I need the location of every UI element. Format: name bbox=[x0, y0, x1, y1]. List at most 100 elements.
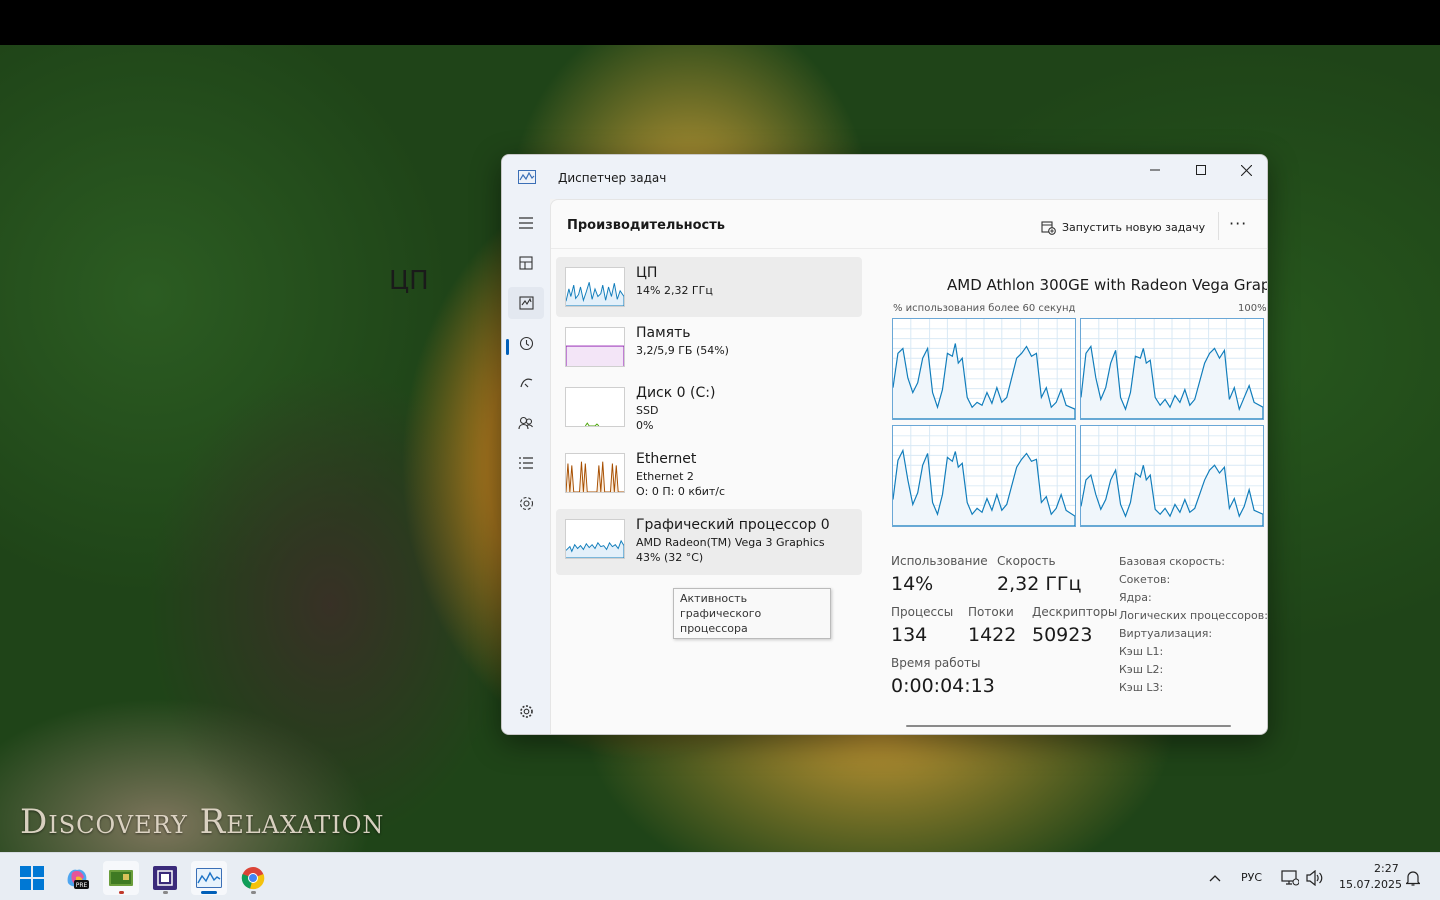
navigation-rail bbox=[502, 199, 550, 734]
device-name: ЦП bbox=[636, 265, 658, 281]
cpu-core-graph-1 bbox=[1080, 318, 1264, 420]
notifications-button[interactable] bbox=[1402, 861, 1424, 895]
network-icon bbox=[1281, 870, 1299, 886]
language-indicator[interactable]: РУС bbox=[1241, 871, 1262, 884]
device-name: Память bbox=[636, 325, 691, 341]
nav-services[interactable] bbox=[508, 487, 544, 519]
cpu-model-name: AMD Athlon 300GE with Radeon Vega Graph.… bbox=[947, 276, 1267, 294]
nav-settings[interactable] bbox=[508, 695, 544, 727]
clock-date[interactable]: 15.07.2025 bbox=[1339, 878, 1402, 891]
cpu-heading: ЦП bbox=[389, 266, 429, 296]
running-indicator bbox=[163, 891, 168, 894]
usage-label: Использование bbox=[891, 554, 988, 568]
spec-l1-cache: Кэш L1: bbox=[1119, 645, 1164, 658]
taskbar-copilot[interactable]: PRE bbox=[59, 861, 95, 895]
device-detail: Ethernet 2 bbox=[636, 470, 694, 483]
cpu-core-graph-2 bbox=[892, 425, 1076, 527]
nav-startup-apps[interactable] bbox=[508, 367, 544, 399]
run-new-task-button[interactable]: Запустить новую задачу bbox=[1041, 215, 1205, 239]
watermark-text: Discovery Relaxation bbox=[20, 802, 385, 842]
taskbar-chrome[interactable] bbox=[235, 861, 271, 895]
task-manager-icon bbox=[196, 868, 222, 888]
minimize-button[interactable] bbox=[1132, 155, 1178, 185]
title-bar[interactable]: Диспетчер задач bbox=[502, 155, 1267, 199]
device-item-memory[interactable]: Память 3,2/5,9 ГБ (54%) bbox=[556, 317, 862, 377]
volume-icon bbox=[1306, 870, 1323, 886]
device-item-ethernet[interactable]: Ethernet Ethernet 2 О: 0 П: 0 кбит/с bbox=[556, 443, 862, 503]
device-name: Диск 0 (C:) bbox=[636, 385, 716, 401]
maximize-icon bbox=[1196, 165, 1206, 175]
cpu-thumbnail-graph bbox=[565, 267, 625, 307]
hamburger-menu-button[interactable] bbox=[508, 207, 544, 239]
task-manager-app-icon bbox=[518, 170, 536, 184]
device-detail: 3,2/5,9 ГБ (54%) bbox=[636, 344, 729, 357]
device-item-gpu[interactable]: Графический процессор 0 AMD Radeon(TM) V… bbox=[556, 509, 862, 575]
cpu-app-icon bbox=[153, 866, 177, 890]
header-divider bbox=[551, 248, 1267, 249]
header-separator bbox=[1218, 212, 1219, 240]
more-options-button[interactable]: ··· bbox=[1229, 214, 1247, 233]
nav-processes[interactable] bbox=[508, 247, 544, 279]
volume-button[interactable] bbox=[1305, 861, 1325, 895]
spec-l3-cache: Кэш L3: bbox=[1119, 681, 1164, 694]
spec-base-speed: Базовая скорость: bbox=[1119, 555, 1225, 568]
chrome-icon bbox=[241, 867, 265, 890]
processes-icon bbox=[519, 256, 533, 270]
device-item-disk[interactable]: Диск 0 (C:) SSD 0% bbox=[556, 377, 862, 437]
taskbar-cpu-app[interactable] bbox=[147, 861, 183, 895]
device-item-cpu[interactable]: ЦП 14% 2,32 ГГц bbox=[556, 257, 862, 317]
startup-apps-icon bbox=[519, 378, 532, 388]
nav-details[interactable] bbox=[508, 447, 544, 479]
show-hidden-icons-button[interactable] bbox=[1197, 861, 1233, 895]
taskbar-task-manager[interactable] bbox=[191, 861, 227, 895]
svg-text:PRE: PRE bbox=[76, 882, 88, 889]
threads-label: Потоки bbox=[968, 605, 1014, 619]
tooltip-line: процессора bbox=[680, 622, 748, 635]
app-history-icon bbox=[519, 336, 533, 350]
run-new-task-label: Запустить новую задачу bbox=[1062, 220, 1206, 234]
handles-label: Дескрипторы bbox=[1032, 605, 1118, 619]
minimize-icon bbox=[1150, 169, 1160, 171]
close-button[interactable] bbox=[1223, 155, 1267, 185]
device-name: Ethernet bbox=[636, 451, 697, 467]
spec-cores: Ядра: bbox=[1119, 591, 1152, 604]
spec-sockets: Сокетов: bbox=[1119, 573, 1171, 586]
device-detail: О: 0 П: 0 кбит/с bbox=[636, 485, 726, 498]
maximize-button[interactable] bbox=[1178, 155, 1224, 185]
running-indicator bbox=[119, 891, 124, 894]
speed-label: Скорость bbox=[997, 554, 1056, 568]
horizontal-scrollbar[interactable] bbox=[906, 725, 1231, 727]
nav-app-history[interactable] bbox=[508, 327, 544, 359]
taskbar-card-app[interactable] bbox=[103, 861, 139, 895]
processes-label: Процессы bbox=[891, 605, 954, 619]
taskbar: PRE РУС 2:27 15.07.2025 bbox=[0, 852, 1440, 900]
cpu-core-graph-3 bbox=[1080, 425, 1264, 527]
settings-icon bbox=[519, 704, 533, 718]
close-icon bbox=[1240, 164, 1252, 176]
network-button[interactable] bbox=[1280, 861, 1300, 895]
gpu-tooltip: Активность графического процессора bbox=[673, 588, 831, 639]
cpu-core-graph-0 bbox=[892, 318, 1076, 420]
clock-time[interactable]: 2:27 bbox=[1374, 862, 1399, 875]
device-detail: 0% bbox=[636, 419, 654, 432]
device-detail: AMD Radeon(TM) Vega 3 Graphics bbox=[636, 536, 825, 549]
menu-icon bbox=[519, 217, 533, 229]
device-detail: 43% (32 °C) bbox=[636, 551, 704, 564]
start-button[interactable] bbox=[14, 861, 50, 895]
graph-max-label: 100% bbox=[1238, 303, 1267, 314]
nav-users[interactable] bbox=[508, 407, 544, 439]
spec-l2-cache: Кэш L2: bbox=[1119, 663, 1164, 676]
nav-performance[interactable] bbox=[508, 287, 544, 319]
gpu-thumbnail-graph bbox=[565, 519, 625, 559]
memory-thumbnail-graph bbox=[565, 327, 625, 367]
uptime-label: Время работы bbox=[891, 656, 981, 670]
graph-caption: % использования более 60 секунд bbox=[893, 303, 1076, 314]
disk-thumbnail-graph bbox=[565, 387, 625, 427]
uptime-value: 0:00:04:13 bbox=[891, 675, 995, 697]
copilot-icon: PRE bbox=[67, 869, 89, 889]
handles-value: 50923 bbox=[1032, 624, 1093, 646]
run-task-icon bbox=[1041, 220, 1056, 235]
device-detail: SSD bbox=[636, 404, 659, 417]
page-title: Производительность bbox=[567, 218, 726, 233]
windows-start-icon bbox=[20, 866, 44, 890]
